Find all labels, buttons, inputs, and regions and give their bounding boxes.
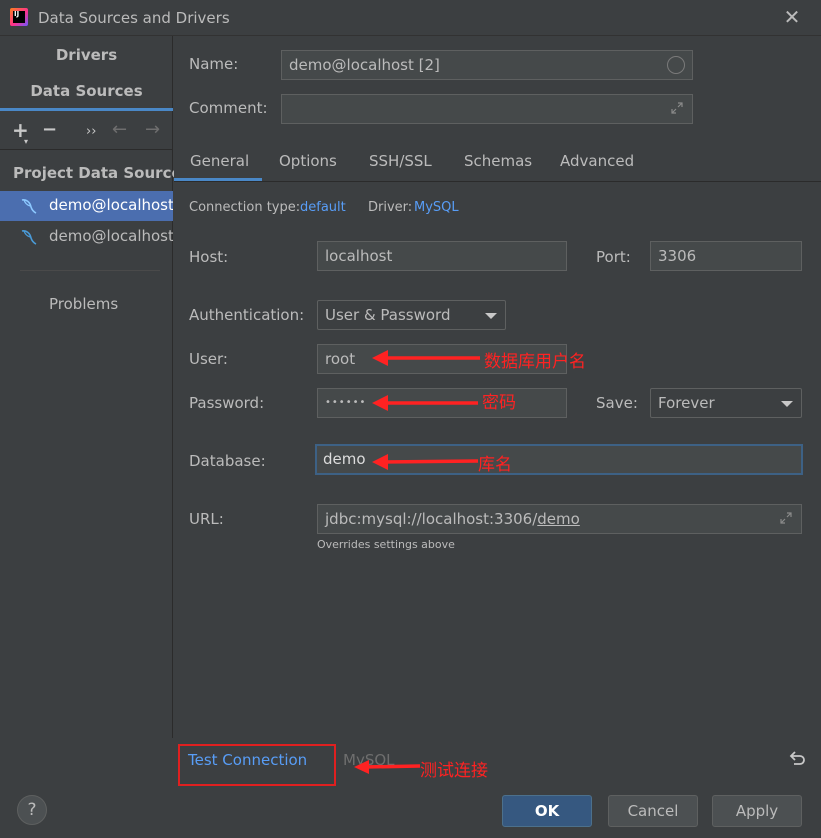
authentication-label: Authentication: [189,306,305,324]
url-input[interactable]: jdbc:mysql://localhost:3306/demo [317,504,802,534]
title-bar: IJ Data Sources and Drivers ✕ [0,0,821,36]
back-arrow-icon[interactable]: ← [112,120,127,140]
tab-selected-indicator [174,178,262,181]
data-source-item[interactable]: demo@localhost [2] [0,191,173,221]
help-button[interactable]: ? [17,795,47,825]
port-value: 3306 [658,247,697,265]
annotation-arrow [372,350,480,366]
divider [0,149,173,150]
comment-label: Comment: [189,99,268,117]
problems-item[interactable]: Problems [49,295,118,313]
tab-ssh-ssl[interactable]: SSH/SSL [369,152,432,170]
data-source-label: demo@localhost [2] [49,196,173,214]
authentication-value: User & Password [325,306,451,324]
divider [20,270,160,271]
project-data-sources-header: Project Data Sources [13,164,191,182]
annotation-password: 密码 [482,393,516,413]
annotation-database: 库名 [478,455,512,475]
left-panel: Drivers Data Sources + ▾ − ›› ← → Projec… [0,36,191,738]
window-title: Data Sources and Drivers [38,9,230,27]
save-select[interactable]: Forever [650,388,802,418]
tab-advanced[interactable]: Advanced [560,152,634,170]
close-icon[interactable]: ✕ [782,6,802,28]
host-value: localhost [325,247,393,265]
settings-tabs: General Options SSH/SSL Schemas Advanced [174,144,821,182]
mysql-dolphin-icon [21,230,37,245]
url-label: URL: [189,510,224,528]
chevron-down-icon [485,313,497,319]
password-label: Password: [189,394,265,412]
data-source-label: demo@localhost [49,227,173,245]
bottom-bar: Test Connection MySQL 测试连接 ? OK Cancel A… [0,738,821,838]
ok-button[interactable]: OK [502,795,592,827]
mysql-dolphin-icon [21,199,37,214]
authentication-select[interactable]: User & Password [317,300,506,330]
tab-data-sources[interactable]: Data Sources [0,82,173,100]
driver-label: Driver: [368,200,413,215]
connection-type-link[interactable]: default [300,200,346,215]
color-circle-icon[interactable] [667,56,685,74]
annotation-test-connection: 测试连接 [420,761,488,781]
host-label: Host: [189,248,229,266]
driver-link[interactable]: MySQL [414,200,459,215]
annotation-arrow [372,395,478,411]
chevron-down-icon [781,401,793,407]
name-input[interactable]: demo@localhost [2] [281,50,693,80]
expand-icon[interactable] [779,511,793,525]
revert-icon[interactable] [788,750,806,768]
remove-icon[interactable]: − [42,120,57,140]
port-label: Port: [596,248,631,266]
tab-drivers[interactable]: Drivers [0,46,173,64]
name-value: demo@localhost [2] [289,56,440,74]
left-toolbar: + ▾ − ›› ← → [0,116,173,147]
save-value: Forever [658,394,715,412]
annotation-arrow [372,454,479,470]
connection-type-label: Connection type: [189,200,301,215]
expand-icon[interactable] [670,101,684,115]
user-value: root [325,350,356,368]
url-prefix: jdbc:mysql://localhost:3306/ [325,510,538,528]
host-input[interactable]: localhost [317,241,567,271]
user-label: User: [189,350,228,368]
test-connection-link[interactable]: Test Connection [188,751,307,769]
cancel-button[interactable]: Cancel [608,795,698,827]
data-source-settings-panel: Name: demo@localhost [2] Comment: Genera… [174,36,821,738]
name-label: Name: [189,55,239,73]
password-value: •••••• [325,397,367,408]
forward-arrow-icon[interactable]: → [145,120,160,140]
tab-schemas[interactable]: Schemas [464,152,532,170]
tab-options[interactable]: Options [279,152,337,170]
apply-button[interactable]: Apply [712,795,802,827]
save-label: Save: [596,394,638,412]
url-hint: Overrides settings above [317,538,455,551]
tab-general[interactable]: General [190,152,249,170]
comment-input[interactable] [281,94,693,124]
database-label: Database: [189,452,266,470]
more-icon[interactable]: ›› [86,122,96,142]
annotation-arrow [354,760,421,774]
database-value: demo [323,450,366,468]
intellij-app-icon: IJ [10,8,28,26]
annotation-db-username: 数据库用户名 [484,352,586,372]
url-database: demo [537,510,580,528]
tab-selected-indicator [0,108,173,111]
port-input[interactable]: 3306 [650,241,802,271]
data-source-item[interactable]: demo@localhost [0,222,173,252]
